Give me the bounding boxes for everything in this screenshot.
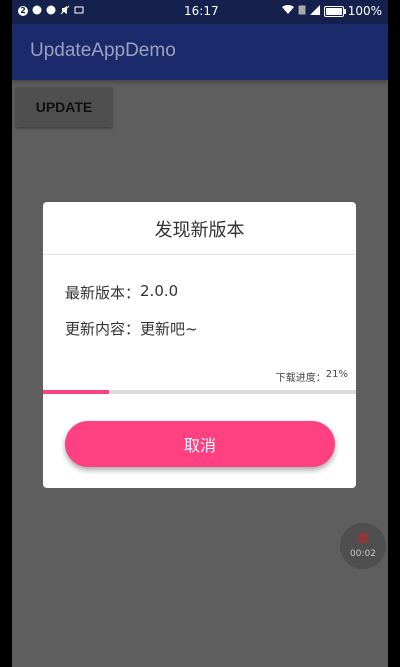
cast-icon [74,4,84,18]
content-value: 更新吧~ [140,320,198,338]
dialog-title: 发现新版本 [154,220,245,241]
update-dialog: 发现新版本 最新版本： 2.0.0 更新内容： 更新吧~ 下载进度： 21% 取… [43,202,356,488]
progress-bar [43,390,356,394]
progress-percent: 21% [325,369,348,380]
notification-icon [32,4,42,18]
record-icon [358,533,368,543]
status-indicators: 100% [281,4,382,18]
battery-percent: 100% [347,4,382,18]
sim-icon [298,4,306,18]
signal-icon [309,4,320,18]
status-notifications: 2 [18,4,84,18]
status-time: 16:17 [184,4,219,18]
mute-icon [60,4,70,18]
version-line: 最新版本： 2.0.0 [65,282,178,303]
cancel-button[interactable]: 取消 [65,421,335,467]
app-bar: UpdateAppDemo [12,24,388,80]
badge-icon: 2 [18,6,28,16]
device-screen: 2 16:17 100% UpdateAppDemo UPDATE 发现新版本 … [12,0,388,667]
wifi-icon [281,4,294,18]
app-title: UpdateAppDemo [30,40,176,61]
version-value: 2.0.0 [140,282,179,300]
notification-icon [46,4,56,18]
progress-label: 下载进度： [275,373,326,384]
battery-icon [323,5,346,17]
content-label: 更新内容： [65,320,141,338]
progress-bar-fill [43,390,109,394]
content-line: 更新内容： 更新吧~ [65,318,198,339]
screen-recorder-button[interactable]: 00:02 [340,523,386,569]
dialog-divider [43,254,356,255]
status-bar: 2 16:17 100% [12,0,388,24]
version-label: 最新版本： [65,284,141,302]
update-button[interactable]: UPDATE [16,87,112,127]
progress-text: 下载进度： 21% [276,369,348,384]
recorder-time: 00:02 [350,549,376,559]
